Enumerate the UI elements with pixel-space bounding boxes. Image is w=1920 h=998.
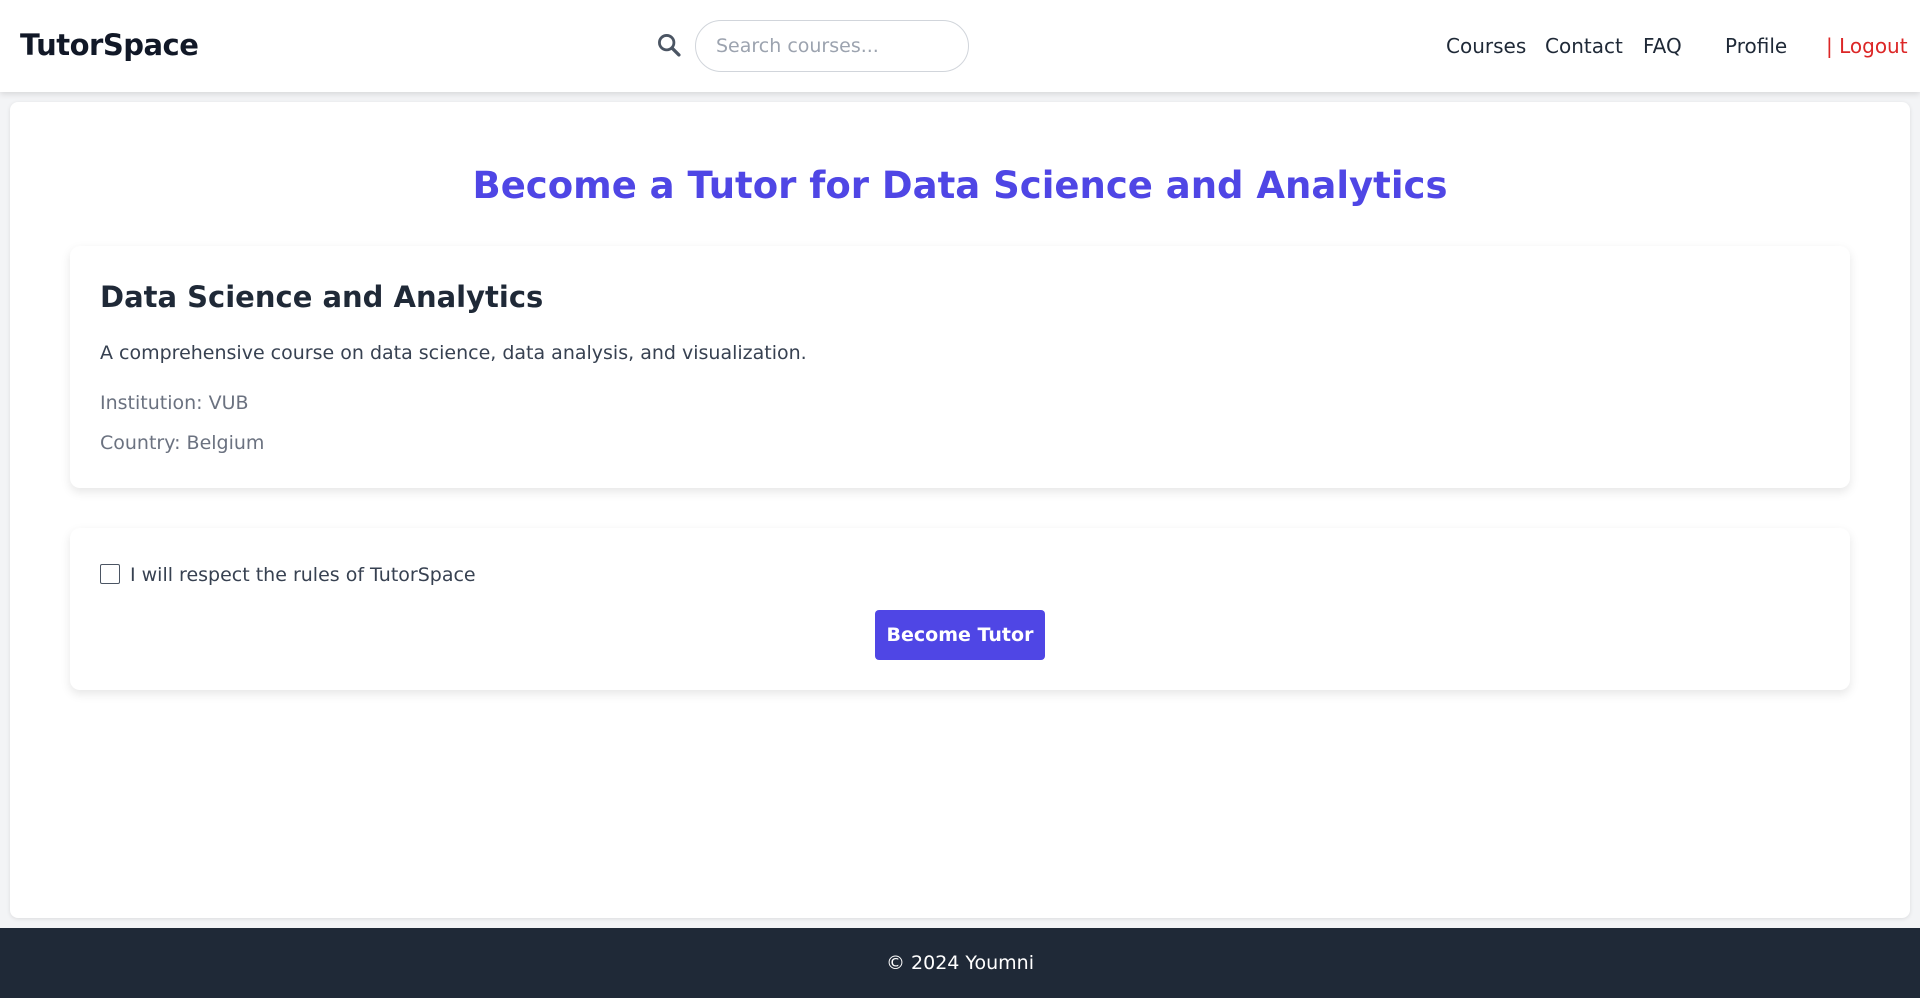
course-institution: Institution: VUB (100, 392, 249, 414)
course-description: A comprehensive course on data science, … (100, 342, 807, 364)
footer: © 2024 Youmni (0, 928, 1920, 998)
main-content-card: Become a Tutor for Data Science and Anal… (10, 102, 1910, 918)
search-input[interactable] (695, 20, 969, 72)
nav-contact-link[interactable]: Contact (1545, 34, 1623, 58)
search-icon[interactable] (655, 31, 683, 59)
page-title: Become a Tutor for Data Science and Anal… (472, 164, 1448, 207)
brand-logo[interactable]: TutorSpace (20, 28, 199, 62)
nav-faq-link[interactable]: FAQ (1643, 34, 1682, 58)
nav-profile-link[interactable]: Profile (1725, 34, 1787, 58)
rules-agreement-checkbox[interactable] (100, 564, 120, 584)
footer-copyright: © 2024 Youmni (885, 952, 1034, 974)
agreement-card: I will respect the rules of TutorSpace B… (70, 528, 1850, 690)
rules-agreement-label[interactable]: I will respect the rules of TutorSpace (130, 564, 476, 586)
course-info-card: Data Science and Analytics A comprehensi… (70, 246, 1850, 488)
course-country: Country: Belgium (100, 432, 265, 454)
nav-courses-link[interactable]: Courses (1446, 34, 1526, 58)
course-title: Data Science and Analytics (100, 280, 544, 314)
logout-link[interactable]: | Logout (1826, 34, 1908, 58)
become-tutor-button[interactable]: Become Tutor (875, 610, 1045, 660)
top-navbar: TutorSpace Courses Contact FAQ Profile |… (0, 0, 1920, 92)
